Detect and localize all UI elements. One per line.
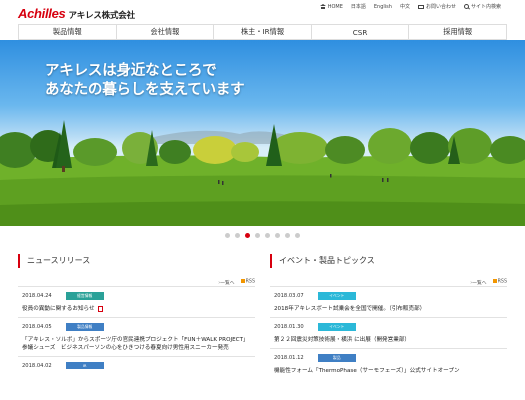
slider-dot[interactable] — [245, 232, 250, 238]
list-item-title[interactable]: 2018年アキレスボート試乗会を全国で開催。（引布販売部） — [274, 305, 503, 313]
utility-japanese-label: 日本語 — [350, 4, 366, 10]
list-item-title-text: 役員の異動に関するお知らせ — [22, 306, 95, 312]
list-item-title[interactable]: 「アキレス・ソルボ」からスポーツ庁の官民連携プロジェクト「FUN＋WALK PR… — [22, 336, 251, 352]
list-item-date: 2018.04.24 — [22, 293, 52, 299]
list-item-meta: 2018.04.24 経営情報 — [22, 292, 251, 300]
rss-icon — [240, 279, 245, 284]
topics-section-title: イベント・製品トピックス — [270, 254, 507, 268]
content-columns: ニュースリリース ›一覧へ RSS 2018.04.24 経営情報役員の異動に関す… — [0, 254, 525, 379]
list-item-title-text: 機能性フォーム「ThermoPhase（サーモフェーズ）」公式サイトオープン — [274, 368, 460, 374]
category-badge: イベント — [317, 292, 356, 300]
category-badge: 製品 — [317, 354, 356, 362]
nav-item-recruit[interactable]: 採用情報 — [408, 25, 507, 39]
list-item[interactable]: 2018.03.07 イベント 2018年アキレスボート試乗会を全国で開催。（引布販… — [270, 286, 507, 317]
home-icon — [319, 4, 326, 9]
list-item-title-text: 2018年アキレスボート試乗会を全国で開催。（引布販売部） — [274, 306, 426, 312]
category-badge: 経営情報 — [65, 292, 104, 300]
list-item[interactable]: 2018.04.24 経営情報役員の異動に関するお知らせ — [18, 286, 255, 317]
search-icon — [463, 4, 469, 9]
list-item-meta: 2018.03.07 イベント — [274, 292, 503, 300]
news-list-link[interactable]: ›一覧へ — [218, 279, 234, 286]
hero-headline-line1: アキレスは身近なところで — [45, 63, 217, 79]
category-badge: イベント — [317, 323, 356, 331]
list-item-date: 2018.01.30 — [274, 324, 304, 330]
news-section-title: ニュースリリース — [18, 254, 255, 268]
hero-headline-line2: あなたの暮らしを支えています — [45, 82, 245, 98]
nav-item-products[interactable]: 製品情報 — [18, 25, 116, 39]
list-item-date: 2018.04.02 — [22, 362, 52, 369]
news-list-link-label: 一覧へ — [220, 280, 235, 286]
list-item-title-text: 「アキレス・ソルボ」からスポーツ庁の官民連携プロジェクト「FUN＋WALK PR… — [22, 337, 249, 351]
list-item-title[interactable]: 役員の異動に関するお知らせ — [22, 305, 251, 313]
list-item-date: 2018.04.05 — [22, 324, 52, 330]
utility-search-link[interactable]: サイト内検索 — [463, 3, 501, 10]
slider-dot[interactable] — [265, 232, 270, 238]
nav-item-ir[interactable]: 株主・IR情報 — [213, 25, 311, 39]
category-badge: 製品情報 — [65, 323, 104, 331]
utility-english-label: English — [373, 3, 392, 10]
hero-banner[interactable]: アキレスは身近なところで あなたの暮らしを支えています — [0, 40, 525, 226]
rss-icon — [492, 279, 497, 284]
list-item-title-text: 第２２回震災対策技術展・横浜 に出展（開発営業部） — [274, 337, 411, 343]
utility-chinese-link[interactable]: 中文 — [400, 3, 410, 10]
utility-chinese-label: 中文 — [399, 4, 410, 10]
logo-company-name: アキレス株式会社 — [68, 11, 135, 21]
company-logo[interactable]: Achilles アキレス株式会社 — [18, 6, 135, 21]
slider-dot[interactable] — [255, 232, 260, 238]
slider-dot[interactable] — [225, 232, 230, 238]
news-list: 2018.04.24 経営情報役員の異動に関するお知らせ 2018.04.05 製品情… — [18, 286, 255, 378]
list-item-meta: 2018.01.12 製品 — [274, 354, 503, 362]
slider-dot[interactable] — [235, 232, 240, 238]
mail-icon — [417, 4, 424, 9]
nav-item-company[interactable]: 会社情報 — [115, 25, 214, 39]
topics-list-link-label: 一覧へ — [472, 280, 487, 286]
utility-home-link[interactable]: HOME — [319, 3, 343, 10]
topics-section: イベント・製品トピックス ›一覧へ RSS 2018.03.07 イベント 2018… — [270, 254, 507, 379]
utility-contact-link[interactable]: お問い合わせ — [417, 3, 456, 10]
utility-search-label: サイト内検索 — [470, 4, 501, 10]
slider-pagination — [0, 226, 525, 244]
slider-dot[interactable] — [275, 232, 280, 238]
list-item-date: 2018.03.07 — [274, 293, 304, 299]
topics-links: ›一覧へ RSS — [270, 278, 507, 286]
utility-english-link[interactable]: English — [374, 4, 392, 10]
list-item[interactable]: 2018.04.05 製品情報「アキレス・ソルボ」からスポーツ庁の官民連携プロジェ… — [18, 317, 255, 356]
utility-home-label: HOME — [327, 3, 343, 10]
news-rss-label: RSS — [245, 279, 255, 285]
utility-nav: HOME 日本語 English 中文 お問い合わせ サイト内検索 — [319, 3, 501, 10]
list-item-meta: 2018.01.30 イベント — [274, 323, 503, 331]
logo-mark: Achilles — [18, 6, 66, 21]
hero-headline: アキレスは身近なところで あなたの暮らしを支えています — [45, 62, 245, 100]
news-links: ›一覧へ RSS — [18, 278, 255, 286]
slider-dot[interactable] — [295, 232, 300, 238]
topics-rss-link[interactable]: RSS — [492, 279, 507, 285]
slider-dot[interactable] — [285, 232, 290, 238]
utility-japanese-link[interactable]: 日本語 — [351, 3, 366, 10]
list-item[interactable]: 2018.01.12 製品機能性フォーム「ThermoPhase（サーモフェーズ）… — [270, 348, 507, 379]
list-item-meta: 2018.04.05 製品情報 — [22, 323, 251, 331]
utility-contact-label: お問い合わせ — [425, 4, 456, 10]
global-nav: 製品情報 会社情報 株主・IR情報 CSR 採用情報 — [18, 24, 507, 40]
nav-item-csr[interactable]: CSR — [310, 25, 409, 39]
list-item[interactable]: 2018.04.02 IR — [18, 356, 255, 378]
topics-list-link[interactable]: ›一覧へ — [470, 279, 486, 286]
list-item-title[interactable]: 機能性フォーム「ThermoPhase（サーモフェーズ）」公式サイトオープン — [274, 367, 503, 375]
news-rss-link[interactable]: RSS — [240, 279, 255, 285]
pdf-icon — [97, 305, 103, 312]
news-section: ニュースリリース ›一覧へ RSS 2018.04.24 経営情報役員の異動に関す… — [18, 254, 255, 379]
list-item-title[interactable]: 第２２回震災対策技術展・横浜 に出展（開発営業部） — [274, 336, 503, 344]
list-item-meta: 2018.04.02 IR — [22, 362, 251, 369]
list-item-date: 2018.01.12 — [274, 355, 304, 361]
topics-list: 2018.03.07 イベント 2018年アキレスボート試乗会を全国で開催。（引布販… — [270, 286, 507, 379]
list-item[interactable]: 2018.01.30 イベント第２２回震災対策技術展・横浜 に出展（開発営業部） — [270, 317, 507, 348]
category-badge: IR — [65, 362, 104, 369]
topics-rss-label: RSS — [497, 279, 507, 285]
site-header: Achilles アキレス株式会社 HOME 日本語 English 中文 お問… — [0, 0, 525, 24]
